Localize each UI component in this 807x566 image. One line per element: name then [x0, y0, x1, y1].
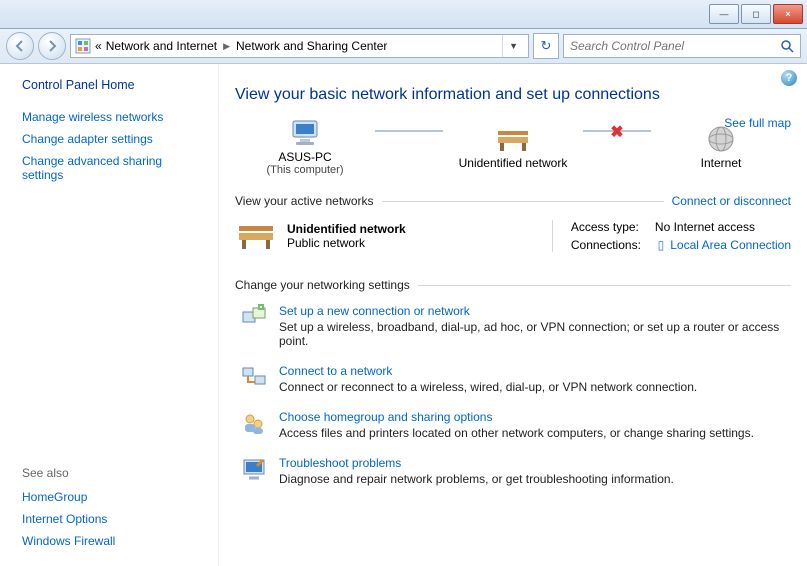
- sidebar: Control Panel Home Manage wireless netwo…: [0, 64, 218, 566]
- setting-homegroup-sharing[interactable]: Choose homegroup and sharing options Acc…: [241, 410, 791, 440]
- back-arrow-icon: [14, 40, 26, 52]
- ethernet-icon: ▯: [655, 238, 667, 252]
- back-button[interactable]: [6, 32, 34, 60]
- address-bar: « Network and Internet ▶ Network and Sha…: [0, 29, 807, 64]
- help-icon[interactable]: ?: [781, 70, 797, 86]
- main-content: ? View your basic network information an…: [218, 64, 807, 566]
- setting-title[interactable]: Connect to a network: [279, 364, 791, 378]
- connect-network-icon: [241, 364, 267, 390]
- x-mark-icon: ✖: [610, 122, 623, 142]
- change-settings-section: Change your networking settings: [235, 278, 791, 292]
- setting-desc: Diagnose and repair network problems, or…: [279, 472, 791, 486]
- titlebar: — ◻ ×: [0, 0, 807, 29]
- sidebar-link-manage-wireless[interactable]: Manage wireless networks: [22, 110, 202, 124]
- setting-connect-network[interactable]: Connect to a network Connect or reconnec…: [241, 364, 791, 394]
- control-panel-home-link[interactable]: Control Panel Home: [22, 78, 218, 92]
- control-panel-icon: [75, 38, 91, 54]
- search-input[interactable]: [564, 35, 775, 57]
- map-connection-broken: ✖: [583, 130, 651, 134]
- see-also-header: See also: [22, 466, 218, 480]
- setting-title[interactable]: Set up a new connection or network: [279, 304, 791, 318]
- map-connection-line: [375, 130, 443, 134]
- map-node-this-computer[interactable]: ASUS-PC (This computer): [235, 116, 375, 176]
- bench-icon: [235, 220, 277, 252]
- active-network-entry: Unidentified network Public network Acce…: [235, 220, 791, 252]
- setting-troubleshoot[interactable]: Troubleshoot problems Diagnose and repai…: [241, 456, 791, 486]
- search-box[interactable]: [563, 34, 801, 58]
- active-networks-section: View your active networks Connect or dis…: [235, 194, 791, 208]
- computer-icon: [288, 116, 322, 150]
- bench-icon: [494, 122, 532, 156]
- chevron-right-icon: ▶: [221, 41, 232, 52]
- connection-link[interactable]: Local Area Connection: [670, 238, 791, 252]
- search-icon[interactable]: [775, 40, 800, 53]
- connections-label: Connections:: [571, 238, 641, 252]
- see-also-internet-options[interactable]: Internet Options: [22, 512, 202, 526]
- setting-desc: Set up a wireless, broadband, dial-up, a…: [279, 320, 791, 348]
- breadcrumb[interactable]: « Network and Internet ▶ Network and Sha…: [70, 34, 529, 58]
- homegroup-icon: [241, 410, 267, 436]
- setting-title[interactable]: Choose homegroup and sharing options: [279, 410, 791, 424]
- connect-disconnect-link[interactable]: Connect or disconnect: [672, 194, 791, 208]
- see-also-windows-firewall[interactable]: Windows Firewall: [22, 534, 202, 548]
- sidebar-link-advanced-sharing[interactable]: Change advanced sharing settings: [22, 154, 202, 182]
- setting-setup-connection[interactable]: Set up a new connection or network Set u…: [241, 304, 791, 348]
- map-node-label: ASUS-PC: [278, 150, 331, 164]
- map-node-network[interactable]: Unidentified network: [443, 122, 583, 170]
- refresh-button[interactable]: ↻: [533, 33, 559, 59]
- active-network-type: Public network: [287, 236, 406, 250]
- setup-connection-icon: [241, 304, 267, 330]
- map-node-label: Internet: [701, 156, 742, 170]
- close-button[interactable]: ×: [773, 4, 803, 24]
- settings-list: Set up a new connection or network Set u…: [235, 304, 791, 486]
- sidebar-link-adapter-settings[interactable]: Change adapter settings: [22, 132, 202, 146]
- forward-arrow-icon: [46, 40, 58, 52]
- map-node-sublabel: (This computer): [266, 164, 343, 176]
- access-type-label: Access type:: [571, 220, 641, 234]
- maximize-button[interactable]: ◻: [741, 4, 771, 24]
- active-network-name: Unidentified network: [287, 222, 406, 236]
- see-also-homegroup[interactable]: HomeGroup: [22, 490, 202, 504]
- breadcrumb-dropdown[interactable]: ▼: [502, 35, 524, 57]
- change-settings-header: Change your networking settings: [235, 278, 410, 292]
- forward-button[interactable]: [38, 32, 66, 60]
- page-title: View your basic network information and …: [235, 86, 791, 104]
- setting-desc: Connect or reconnect to a wireless, wire…: [279, 380, 791, 394]
- access-type-value: No Internet access: [655, 220, 791, 234]
- see-full-map-link[interactable]: See full map: [724, 116, 791, 130]
- map-node-label: Unidentified network: [459, 156, 568, 170]
- troubleshoot-icon: [241, 456, 267, 482]
- network-map: See full map ASUS-PC (This computer) Uni…: [235, 116, 791, 176]
- breadcrumb-prefix: «: [95, 39, 102, 53]
- minimize-button[interactable]: —: [709, 4, 739, 24]
- refresh-icon: ↻: [541, 38, 552, 54]
- window-frame: — ◻ × « Network and Internet ▶ Network a…: [0, 0, 807, 566]
- setting-title[interactable]: Troubleshoot problems: [279, 456, 791, 470]
- active-networks-header: View your active networks: [235, 194, 374, 208]
- setting-desc: Access files and printers located on oth…: [279, 426, 791, 440]
- breadcrumb-part-2[interactable]: Network and Sharing Center: [236, 39, 387, 53]
- breadcrumb-part-1[interactable]: Network and Internet: [106, 39, 217, 53]
